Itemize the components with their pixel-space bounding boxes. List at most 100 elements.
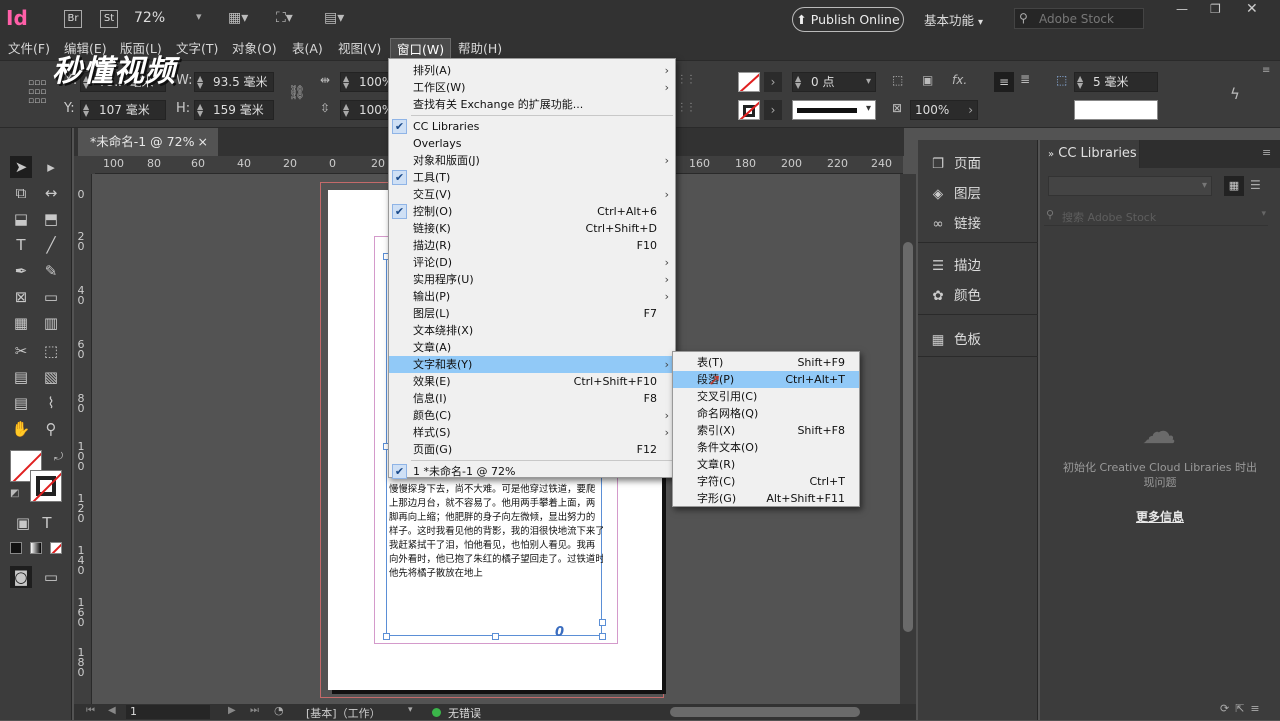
menu-view[interactable]: 视图(V) — [332, 38, 387, 60]
menu-type[interactable]: 文字(T) — [170, 38, 224, 60]
handle[interactable] — [599, 633, 606, 640]
submenu-item[interactable]: 表(T) Shift+F9 — [673, 354, 859, 371]
gap-tool-icon[interactable]: ↔ — [40, 182, 62, 204]
y-field[interactable]: ▲ ▼ 107 毫米 — [80, 100, 166, 120]
normal-view-icon[interactable]: ◙ — [10, 566, 32, 588]
window-menu-item[interactable]: 效果(E) Ctrl+Shift+F10 — [389, 373, 675, 390]
vertical-scrollbar[interactable] — [900, 174, 916, 704]
bridge-button[interactable]: Br — [64, 10, 82, 28]
distribute-icons[interactable]: ⫶⫶ — [680, 101, 699, 116]
zoom-dropdown-icon[interactable]: ▾ — [196, 10, 202, 23]
window-menu-item[interactable]: 文章(A) — [389, 339, 675, 356]
stroke-type-dropdown[interactable]: ▾ — [792, 100, 876, 120]
submenu-item[interactable]: 命名网格(Q) — [673, 405, 859, 422]
window-menu-item[interactable]: 工作区(W) › — [389, 79, 675, 96]
content-placer-icon[interactable]: ⬒ — [40, 208, 62, 230]
direct-selection-tool-icon[interactable]: ▸ — [40, 156, 62, 178]
handle[interactable] — [492, 633, 499, 640]
content-collector-icon[interactable]: ⬓ — [10, 208, 32, 230]
window-menu-item[interactable]: 信息(I) F8 — [389, 390, 675, 407]
apply-gradient-icon[interactable] — [30, 542, 42, 554]
window-menu-item[interactable]: 图层(L) F7 — [389, 305, 675, 322]
panel-color[interactable]: ✿ 颜色 — [928, 284, 981, 308]
close-window-button[interactable]: ✕ — [1246, 1, 1258, 17]
screen-mode-icon[interactable]: ⛶▾ — [276, 10, 293, 26]
menu-file[interactable]: 文件(F) — [2, 38, 56, 60]
menu-table[interactable]: 表(A) — [286, 38, 329, 60]
menu-window[interactable]: 窗口(W) — [390, 38, 452, 60]
drop-shadow-icon[interactable]: ▣ — [922, 73, 933, 87]
grid-tool-icon[interactable]: ▥ — [40, 312, 62, 334]
panel-menu-icon[interactable]: ≡ — [1262, 146, 1271, 159]
stroke-dropdown-icon[interactable]: › — [764, 100, 782, 120]
window-menu-item[interactable]: 文本绕排(X) — [389, 322, 675, 339]
panel-swatches[interactable]: ▦ 色板 — [928, 328, 981, 352]
window-menu-item[interactable]: 文字和表(Y) › — [389, 356, 675, 373]
pen-tool-icon[interactable]: ✒ — [10, 260, 32, 282]
menu-object[interactable]: 对象(O) — [226, 38, 283, 60]
submenu-item[interactable]: 索引(X) Shift+F8 — [673, 422, 859, 439]
column-gap-field[interactable]: ▲ ▼ 5 毫米 — [1074, 72, 1158, 92]
overflow-marker[interactable]: 0 — [555, 625, 564, 640]
last-page-icon[interactable]: ⏭ — [250, 705, 259, 716]
window-menu-item[interactable]: 颜色(C) › — [389, 407, 675, 424]
table-tool-icon[interactable]: ▦ — [10, 312, 32, 334]
panel-menu-icon[interactable]: ≡ — [1262, 65, 1270, 76]
minimize-button[interactable]: — — [1176, 2, 1188, 16]
window-menu-item[interactable]: Overlays — [389, 135, 675, 152]
zoom-tool-icon[interactable]: ⚲ — [40, 418, 62, 440]
fill-swatch[interactable] — [738, 72, 760, 92]
window-menu-item[interactable]: 查找有关 Exchange 的扩展功能... — [389, 96, 675, 113]
submenu-item[interactable]: 条件文本(O) — [673, 439, 859, 456]
eyedropper-tool-icon[interactable]: ⌇ — [40, 392, 62, 414]
reference-point-icon[interactable]: ▫▫▫ ▫▫▫ ▫▫▫ — [28, 79, 52, 107]
window-menu-item[interactable]: 输出(P) › — [389, 288, 675, 305]
window-menu-item[interactable]: 描边(R) F10 — [389, 237, 675, 254]
scroll-thumb[interactable] — [903, 242, 913, 632]
hand-tool-icon[interactable]: ✋ — [10, 418, 32, 440]
opacity-field[interactable]: 100% › — [910, 100, 978, 120]
view-options-icon[interactable]: ▦▾ — [228, 10, 248, 26]
panel-stroke[interactable]: ☰ 描边 — [928, 254, 981, 278]
panel-layers[interactable]: ◈ 图层 — [928, 182, 981, 206]
window-menu-item[interactable]: 页面(G) F12 — [389, 441, 675, 458]
rectangle-tool-icon[interactable]: ▭ — [40, 286, 62, 308]
align-icons[interactable]: ⫶⫶ — [680, 73, 699, 88]
quick-apply-icon[interactable]: ϟ — [1230, 85, 1240, 103]
h-field[interactable]: ▲ ▼ 159 毫米 — [194, 100, 274, 120]
stock-search[interactable]: ⚲ Adobe Stock — [1014, 8, 1144, 29]
window-menu-item[interactable]: 实用程序(U) › — [389, 271, 675, 288]
profile-text[interactable]: [基本]（工作） — [306, 705, 381, 721]
stock-button[interactable]: St — [100, 10, 118, 28]
zoom-level[interactable]: 72% — [134, 10, 165, 26]
line-tool-icon[interactable]: ╱ — [40, 234, 62, 256]
formatting-container-icon[interactable]: ▣ — [12, 512, 34, 534]
selection-tool-icon[interactable]: ➤ — [10, 156, 32, 178]
submenu-item[interactable]: 段落(P) Ctrl+Alt+T — [673, 371, 859, 388]
fill-dropdown-icon[interactable]: › — [764, 72, 782, 92]
window-menu-item[interactable]: 对象和版面(J) › — [389, 152, 675, 169]
type-tool-icon[interactable]: T — [10, 234, 32, 256]
library-dropdown[interactable]: ▾ — [1048, 176, 1212, 196]
list-view-icon[interactable]: ☰ — [1250, 178, 1261, 192]
default-fill-stroke-icon[interactable]: ◩ — [10, 488, 19, 499]
chevron-down-icon[interactable]: ▾ — [408, 705, 413, 715]
handle[interactable] — [383, 633, 390, 640]
page-number-field[interactable]: 1 — [126, 705, 210, 719]
close-icon[interactable]: × — [198, 128, 208, 156]
pencil-tool-icon[interactable]: ✎ — [40, 260, 62, 282]
next-page-icon[interactable]: ▶ — [228, 705, 236, 716]
gradient-swatch-tool-icon[interactable]: ▤ — [10, 366, 32, 388]
swap-fill-stroke-icon[interactable]: ⤾ — [54, 450, 63, 464]
submenu-item[interactable]: 交叉引用(C) — [673, 388, 859, 405]
constrain-proportions-icon[interactable]: ⛓ — [288, 85, 306, 101]
menu-help[interactable]: 帮助(H) — [452, 38, 508, 60]
effects-icon[interactable]: fx. — [952, 73, 967, 87]
w-field[interactable]: ▲ ▼ 93.5 毫米 — [194, 72, 274, 92]
stroke-swatch[interactable] — [738, 100, 760, 120]
apply-none-icon[interactable] — [50, 542, 62, 554]
scale-x-field[interactable]: ▲ ▼ 100% — [340, 72, 393, 92]
free-transform-tool-icon[interactable]: ⬚ — [40, 340, 62, 362]
submenu-item[interactable]: 字符(C) Ctrl+T — [673, 473, 859, 490]
object-style-dropdown[interactable] — [1074, 100, 1158, 120]
